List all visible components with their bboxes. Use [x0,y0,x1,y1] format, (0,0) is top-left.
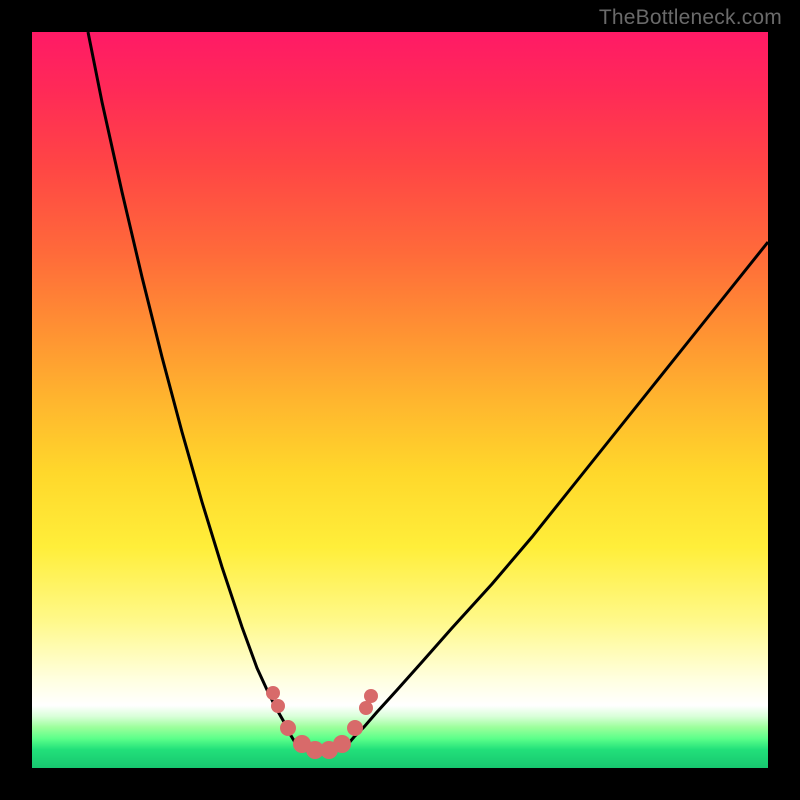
background-gradient [32,32,768,768]
chart-frame: TheBottleneck.com [0,0,800,800]
watermark-text: TheBottleneck.com [599,6,782,30]
plot-area [32,32,768,768]
